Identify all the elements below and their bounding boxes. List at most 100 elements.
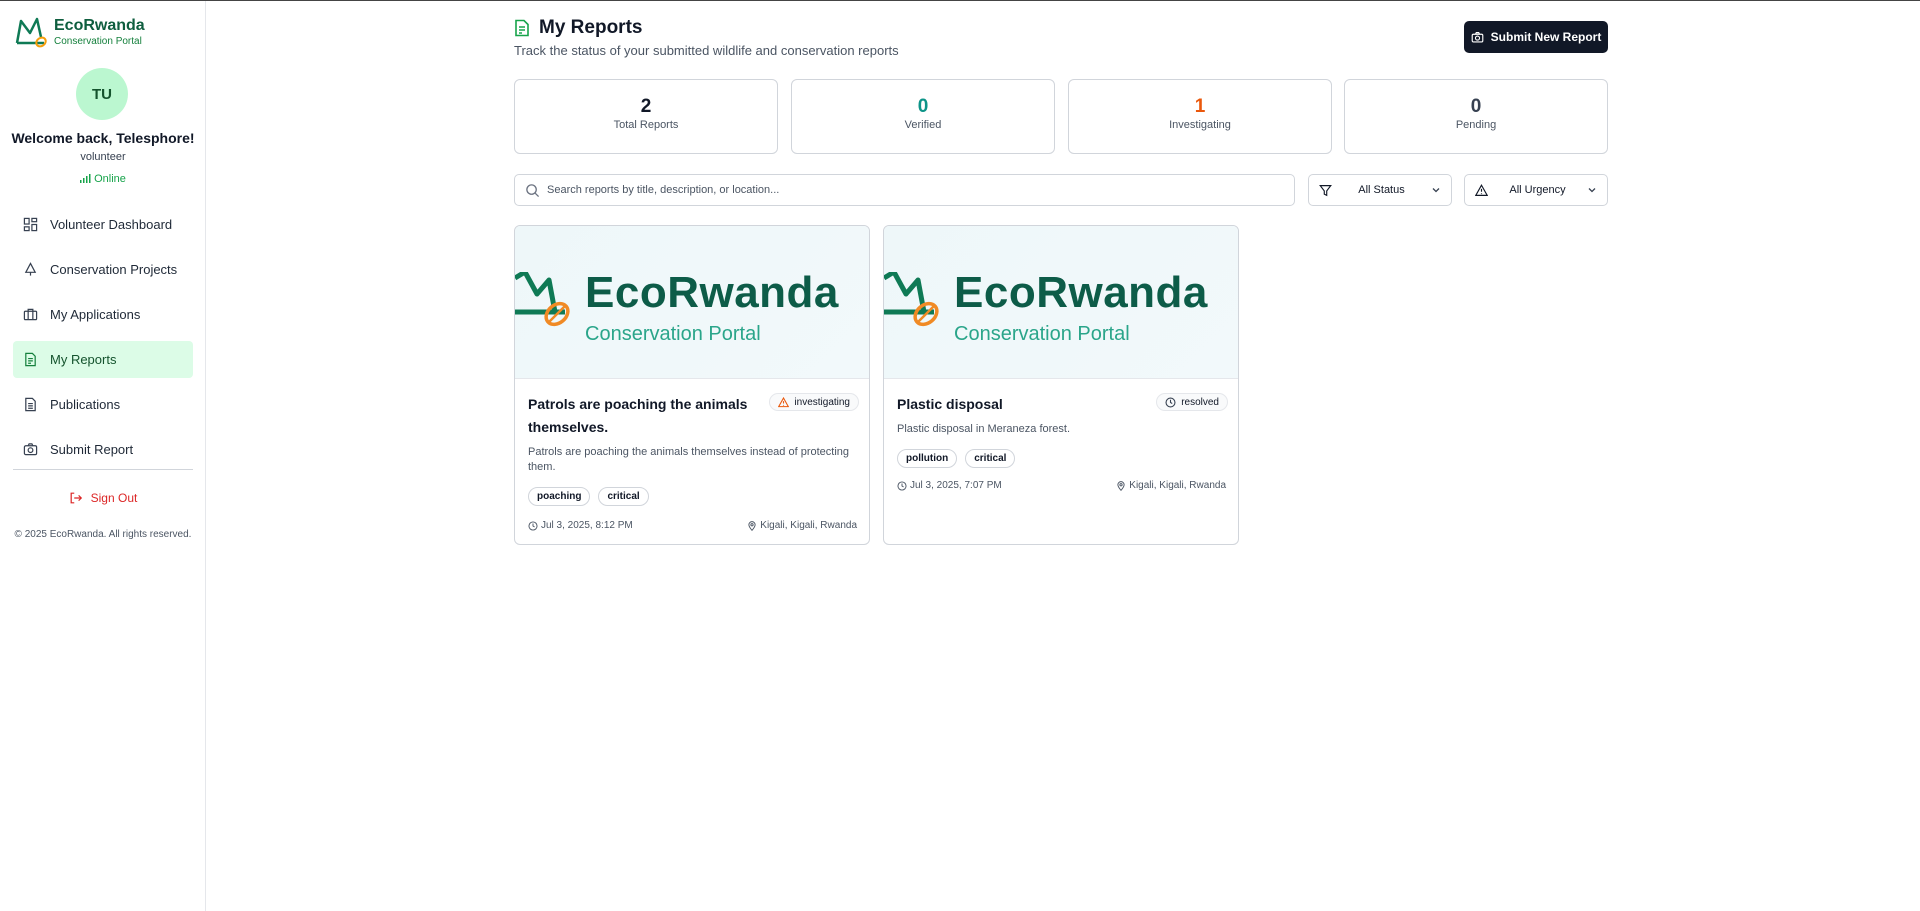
clock-icon [528,520,538,531]
stat-label: Pending [1455,119,1497,131]
report-footer: Jul 3, 2025, 7:07 PM Kigali, Kigali, Rwa… [897,480,1226,491]
report-title: Patrols are poaching the animals themsel… [528,396,748,435]
brand-subtitle: Conservation Portal [54,36,142,47]
document-icon [25,352,36,367]
sidebar-item-label: Submit Report [50,442,134,457]
report-body: Plastic disposal Plastic disposal in Mer… [897,393,1227,468]
sidebar-item-label: Volunteer Dashboard [50,217,173,232]
logo-icon [884,272,939,327]
search-input[interactable] [547,184,1287,196]
sidebar-item-label: Publications [50,397,121,412]
online-status: Online [0,173,206,185]
report-body: Patrols are poaching the animals themsel… [528,393,858,506]
sign-out-button[interactable]: Sign Out [0,491,206,505]
stat-value: 2 [640,96,652,117]
submit-new-report-button[interactable]: Submit New Report [1464,21,1608,53]
stat-value: 1 [1194,96,1206,117]
report-date-text: Jul 3, 2025, 8:12 PM [541,520,633,531]
urgency-filter-value: All Urgency [1509,184,1566,196]
submit-new-report-label: Submit New Report [1490,30,1602,44]
brand-name: EcoRwanda [54,17,145,34]
camera-icon [23,443,38,456]
report-card[interactable]: EcoRwanda Conservation Portal investigat… [514,225,870,545]
status-filter-value: All Status [1358,184,1405,196]
status-filter-select[interactable]: All Status [1308,174,1452,206]
sidebar-item-publications[interactable]: Publications [13,386,193,423]
banner-subtitle: Conservation Portal [585,323,761,345]
stat-label: Total Reports [613,119,679,131]
report-description: Plastic disposal in Meraneza forest. [897,423,1071,435]
sidebar-item-conservation-projects[interactable]: Conservation Projects [13,251,193,288]
sidebar-item-label: My Reports [50,352,117,367]
brand[interactable]: EcoRwanda Conservation Portal [14,15,145,49]
logout-icon [70,492,82,504]
urgency-filter-select[interactable]: All Urgency [1464,174,1608,206]
chevron-down-icon [1588,188,1596,193]
report-card[interactable]: EcoRwanda Conservation Portal resolved P… [883,225,1239,545]
report-footer: Jul 3, 2025, 8:12 PM Kigali, Kigali, Rwa… [528,520,857,531]
report-location: Kigali, Kigali, Rwanda [1116,480,1226,491]
tag-list: poaching critical [528,487,858,506]
dashboard-icon [23,217,38,232]
sidebar-item-submit-report[interactable]: Submit Report [13,431,193,468]
map-pin-icon [1117,480,1125,491]
stat-card-total: 2 Total Reports [514,79,778,154]
sidebar-nav: Volunteer Dashboard Conservation Project… [13,206,193,476]
welcome-text: Welcome back, Telesphore! [11,130,195,146]
tag: poaching [528,487,591,506]
tag: critical [598,487,649,506]
signal-icon [80,174,91,183]
banner-title: EcoRwanda [954,268,1208,317]
page-subtitle: Track the status of your submitted wildl… [514,43,899,58]
file-icon [25,397,36,412]
banner-subtitle: Conservation Portal [954,323,1130,345]
user-role: volunteer [80,151,126,163]
clock-icon [897,480,907,491]
report-date: Jul 3, 2025, 7:07 PM [897,480,1002,491]
stat-card-verified: 0 Verified [791,79,1055,154]
alert-triangle-icon [1475,183,1488,196]
sidebar-item-my-reports[interactable]: My Reports [13,341,193,378]
sidebar-item-volunteer-dashboard[interactable]: Volunteer Dashboard [13,206,193,243]
sidebar-item-label: Conservation Projects [50,262,178,277]
avatar[interactable]: TU [76,68,128,120]
report-date: Jul 3, 2025, 8:12 PM [528,520,633,531]
report-image: EcoRwanda Conservation Portal [515,226,869,379]
chevron-down-icon [1432,188,1440,193]
report-description: Patrols are poaching the animals themsel… [528,446,850,473]
sidebar: EcoRwanda Conservation Portal TU Welcome… [0,1,206,911]
logo-icon [515,272,570,327]
sidebar-item-my-applications[interactable]: My Applications [13,296,193,333]
report-location-text: Kigali, Kigali, Rwanda [1129,480,1226,491]
stat-label: Investigating [1169,119,1231,131]
report-location-text: Kigali, Kigali, Rwanda [760,520,857,531]
search-box[interactable] [514,174,1295,206]
report-date-text: Jul 3, 2025, 7:07 PM [910,480,1002,491]
copyright: © 2025 EcoRwanda. All rights reserved. [14,529,192,540]
stat-value: 0 [1470,96,1482,117]
briefcase-icon [23,308,38,321]
tag: critical [965,449,1016,468]
tag: pollution [897,449,958,468]
online-label: Online [94,173,126,185]
stat-label: Verified [904,119,942,131]
search-icon [526,183,540,197]
stat-card-investigating: 1 Investigating [1068,79,1332,154]
filter-icon [1319,184,1332,196]
sidebar-divider [13,469,193,470]
logo-icon [15,17,47,48]
report-location: Kigali, Kigali, Rwanda [747,520,857,531]
page-title: My Reports [539,17,643,38]
stat-card-pending: 0 Pending [1344,79,1608,154]
page-header: My Reports [514,17,642,39]
stat-value: 0 [917,96,929,117]
document-icon [515,19,529,37]
report-image: EcoRwanda Conservation Portal [884,226,1238,379]
banner-title: EcoRwanda [585,268,839,317]
report-title: Plastic disposal [897,396,1003,412]
tag-list: pollution critical [897,449,1227,468]
tree-icon [24,262,37,276]
map-pin-icon [748,520,756,531]
sign-out-label: Sign Out [90,491,138,505]
camera-icon [1471,31,1484,43]
